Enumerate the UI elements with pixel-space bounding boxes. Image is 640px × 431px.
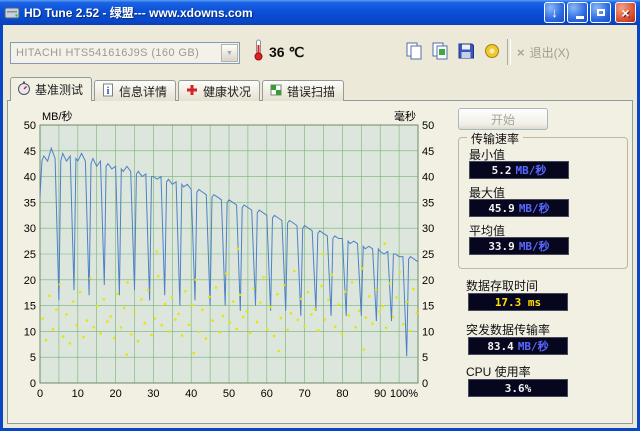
svg-text:50: 50 xyxy=(422,120,434,132)
avg-value-display: 33.9 MB/秒 xyxy=(469,237,569,255)
maximize-button[interactable] xyxy=(590,2,611,23)
health-cross-icon xyxy=(185,83,199,100)
svg-text:100%: 100% xyxy=(390,388,418,400)
tab-label: 健康状况 xyxy=(203,84,252,99)
svg-text:35: 35 xyxy=(422,197,434,209)
svg-text:30: 30 xyxy=(422,223,434,235)
maximize-icon xyxy=(596,9,605,16)
title-bar: HD Tune 2.52 - 绿盟--- www.xdowns.com ↓ × xyxy=(0,0,640,25)
start-button[interactable]: 开始 xyxy=(458,108,548,130)
tab-benchmark[interactable]: 基准测试 xyxy=(10,77,93,102)
svg-text:40: 40 xyxy=(185,388,197,400)
tab-label: 基准测试 xyxy=(35,83,84,97)
window-title: HD Tune 2.52 - 绿盟--- www.xdowns.com xyxy=(24,6,253,20)
close-button[interactable]: × xyxy=(615,2,636,23)
svg-text:0: 0 xyxy=(37,388,43,400)
burst-rate-label: 突发数据传输率 xyxy=(466,323,551,337)
svg-text:25: 25 xyxy=(422,249,434,261)
transfer-rate-group: 传输速率 最小值 5.2 MB/秒 最大值 45.9 MB/秒 平均值 33.9… xyxy=(458,130,628,269)
svg-text:5: 5 xyxy=(422,352,428,364)
save-icon xyxy=(456,41,476,66)
svg-text:20: 20 xyxy=(422,275,434,287)
copy-icon xyxy=(404,41,424,66)
exit-icon: × xyxy=(517,45,525,60)
cpu-usage-display: 3.6% xyxy=(468,379,568,397)
svg-text:30: 30 xyxy=(147,388,159,400)
minimize-icon xyxy=(576,16,584,19)
svg-text:i: i xyxy=(107,86,110,97)
svg-text:20: 20 xyxy=(24,275,36,287)
svg-text:5: 5 xyxy=(30,352,36,364)
access-time-display: 17.3 ms xyxy=(468,293,568,311)
window-body: HITACHI HTS541616J9S (160 GB) ▼ 36 ℃ × 退… xyxy=(0,25,640,431)
svg-text:10: 10 xyxy=(422,326,434,338)
toolbar-separator xyxy=(507,39,511,65)
tab-health[interactable]: 健康状况 xyxy=(178,80,261,101)
tab-bar: 基准测试 i 信息详情 健康状况 错误扫描 xyxy=(10,77,346,102)
svg-text:MB/秒: MB/秒 xyxy=(42,109,73,123)
svg-text:50: 50 xyxy=(223,388,235,400)
window-controls: ↓ × xyxy=(544,2,636,23)
temperature-value: 36 ℃ xyxy=(269,44,305,60)
benchmark-chart: 0 05 510 1015 1520 2025 2530 3035 3540 4045 4550 50… xyxy=(24,109,435,400)
tab-label: 错误扫描 xyxy=(287,84,336,99)
svg-text:毫秒: 毫秒 xyxy=(394,109,416,123)
copy-image-button[interactable] xyxy=(427,40,453,66)
svg-text:80: 80 xyxy=(336,388,348,400)
scan-grid-icon xyxy=(269,83,283,100)
download-button[interactable]: ↓ xyxy=(544,2,565,23)
options-button[interactable] xyxy=(479,40,505,66)
tab-info[interactable]: i 信息详情 xyxy=(94,80,177,101)
svg-text:0: 0 xyxy=(422,378,428,390)
svg-text:40: 40 xyxy=(422,172,434,184)
temperature-display: 36 ℃ xyxy=(253,39,304,66)
cpu-usage-label: CPU 使用率 xyxy=(466,365,531,379)
group-title: 传输速率 xyxy=(467,130,524,147)
svg-text:90: 90 xyxy=(374,388,386,400)
svg-text:10: 10 xyxy=(72,388,84,400)
options-icon xyxy=(482,41,502,66)
svg-text:20: 20 xyxy=(109,388,121,400)
info-icon: i xyxy=(101,83,115,100)
svg-text:45: 45 xyxy=(24,146,36,158)
drive-select-value: HITACHI HTS541616J9S (160 GB) xyxy=(16,47,200,59)
tab-error-scan[interactable]: 错误扫描 xyxy=(262,80,345,101)
copy-button[interactable] xyxy=(401,40,427,66)
copy-image-icon xyxy=(430,41,450,66)
thermometer-icon xyxy=(253,39,264,66)
minimize-button[interactable] xyxy=(567,2,588,23)
svg-text:50: 50 xyxy=(24,120,36,132)
svg-text:15: 15 xyxy=(422,301,434,313)
drive-select[interactable]: HITACHI HTS541616J9S (160 GB) ▼ xyxy=(10,42,240,64)
svg-text:60: 60 xyxy=(261,388,273,400)
tab-label: 信息详情 xyxy=(119,84,168,99)
benchmark-page: 0 0 5 5 10 10 15 15 20 20 25 25 30 30 35 35 40 40 45 45 50 50… xyxy=(7,100,633,424)
exit-button[interactable]: × 退出(X) xyxy=(517,44,570,61)
svg-text:10: 10 xyxy=(24,326,36,338)
close-icon: × xyxy=(621,4,630,21)
access-time-label: 数据存取时间 xyxy=(466,279,539,293)
svg-text:40: 40 xyxy=(24,172,36,184)
benchmark-icon xyxy=(17,81,31,98)
svg-text:15: 15 xyxy=(24,301,36,313)
svg-text:35: 35 xyxy=(24,197,36,209)
min-value-display: 5.2 MB/秒 xyxy=(469,161,569,179)
app-icon xyxy=(4,5,20,21)
burst-rate-display: 83.4 MB/秒 xyxy=(468,337,568,355)
svg-text:45: 45 xyxy=(422,146,434,158)
max-value-display: 45.9 MB/秒 xyxy=(469,199,569,217)
svg-text:0: 0 xyxy=(30,378,36,390)
save-button[interactable] xyxy=(453,40,479,66)
chevron-down-icon[interactable]: ▼ xyxy=(221,44,238,62)
svg-text:30: 30 xyxy=(24,223,36,235)
svg-text:25: 25 xyxy=(24,249,36,261)
svg-text:70: 70 xyxy=(298,388,310,400)
exit-label: 退出(X) xyxy=(529,46,570,60)
download-icon: ↓ xyxy=(551,5,558,20)
